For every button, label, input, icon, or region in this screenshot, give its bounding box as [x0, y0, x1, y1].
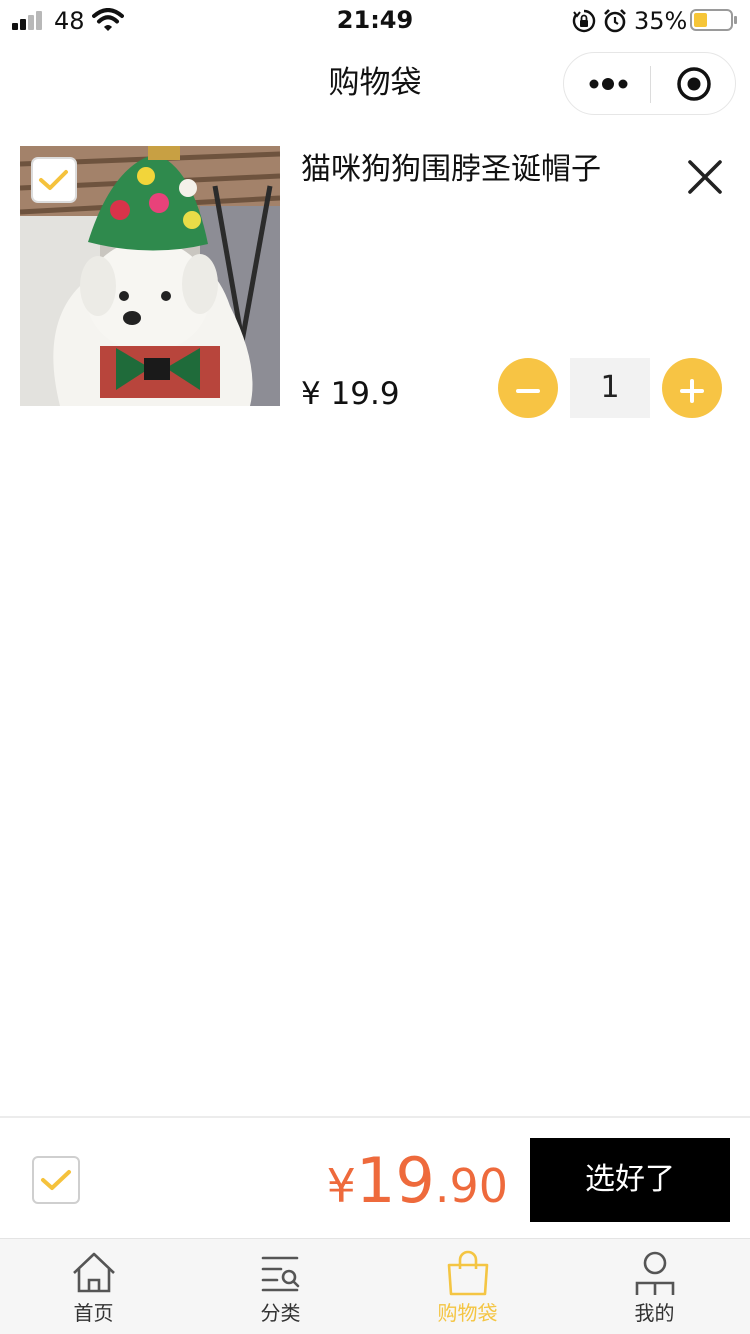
total-currency: ¥ [326, 1159, 356, 1213]
category-search-icon [261, 1256, 300, 1292]
tab-profile[interactable]: 我的 [561, 1239, 748, 1334]
battery-icon [690, 9, 737, 31]
plus-icon [680, 379, 704, 403]
checkmark-icon [41, 1170, 71, 1190]
shopping-bag-icon [447, 1250, 489, 1296]
home-icon [73, 1252, 115, 1293]
tab-category-label: 分类 [260, 1301, 301, 1325]
alarm-icon [604, 9, 626, 33]
remove-item-icon[interactable] [686, 158, 724, 196]
more-dots-icon[interactable] [588, 73, 630, 95]
product-price: ¥ 19.9 [301, 376, 400, 412]
quantity-value[interactable]: 1 [570, 358, 650, 418]
total-integer: 19 [355, 1144, 435, 1217]
item-checkbox[interactable] [31, 157, 77, 203]
status-bar: 48 21:49 35% [0, 0, 750, 44]
total-price: ¥19.90 [327, 1146, 508, 1232]
target-icon[interactable] [676, 66, 712, 102]
tab-profile-label: 我的 [634, 1301, 675, 1325]
minus-icon [516, 389, 540, 393]
mini-program-capsule [563, 52, 736, 115]
product-name[interactable]: 猫咪狗狗围脖圣诞帽子 [301, 148, 601, 192]
cart-item: 猫咪狗狗围脖圣诞帽子 ¥ 19.9 1 [0, 146, 750, 418]
battery-percent: 35% [634, 7, 688, 35]
checkmark-icon [39, 170, 68, 190]
profile-icon [635, 1251, 675, 1295]
select-all-checkbox[interactable] [32, 1156, 80, 1204]
tab-shopping-bag[interactable]: 购物袋 [374, 1239, 561, 1334]
decrease-quantity-button[interactable] [498, 358, 558, 418]
tab-shopping-bag-label: 购物袋 [437, 1301, 498, 1325]
capsule-divider [650, 66, 651, 103]
confirm-button[interactable]: 选好了 [530, 1138, 730, 1222]
tab-home[interactable]: 首页 [0, 1239, 187, 1334]
increase-quantity-button[interactable] [662, 358, 722, 418]
total-decimal: .90 [434, 1159, 508, 1213]
tab-home-label: 首页 [73, 1301, 114, 1325]
tab-category[interactable]: 分类 [187, 1239, 374, 1334]
checkout-bar: ¥19.90 选好了 [0, 1116, 750, 1238]
tab-bar: 首页 分类 购物袋 我的 [0, 1238, 750, 1334]
orientation-lock-icon [572, 9, 596, 33]
